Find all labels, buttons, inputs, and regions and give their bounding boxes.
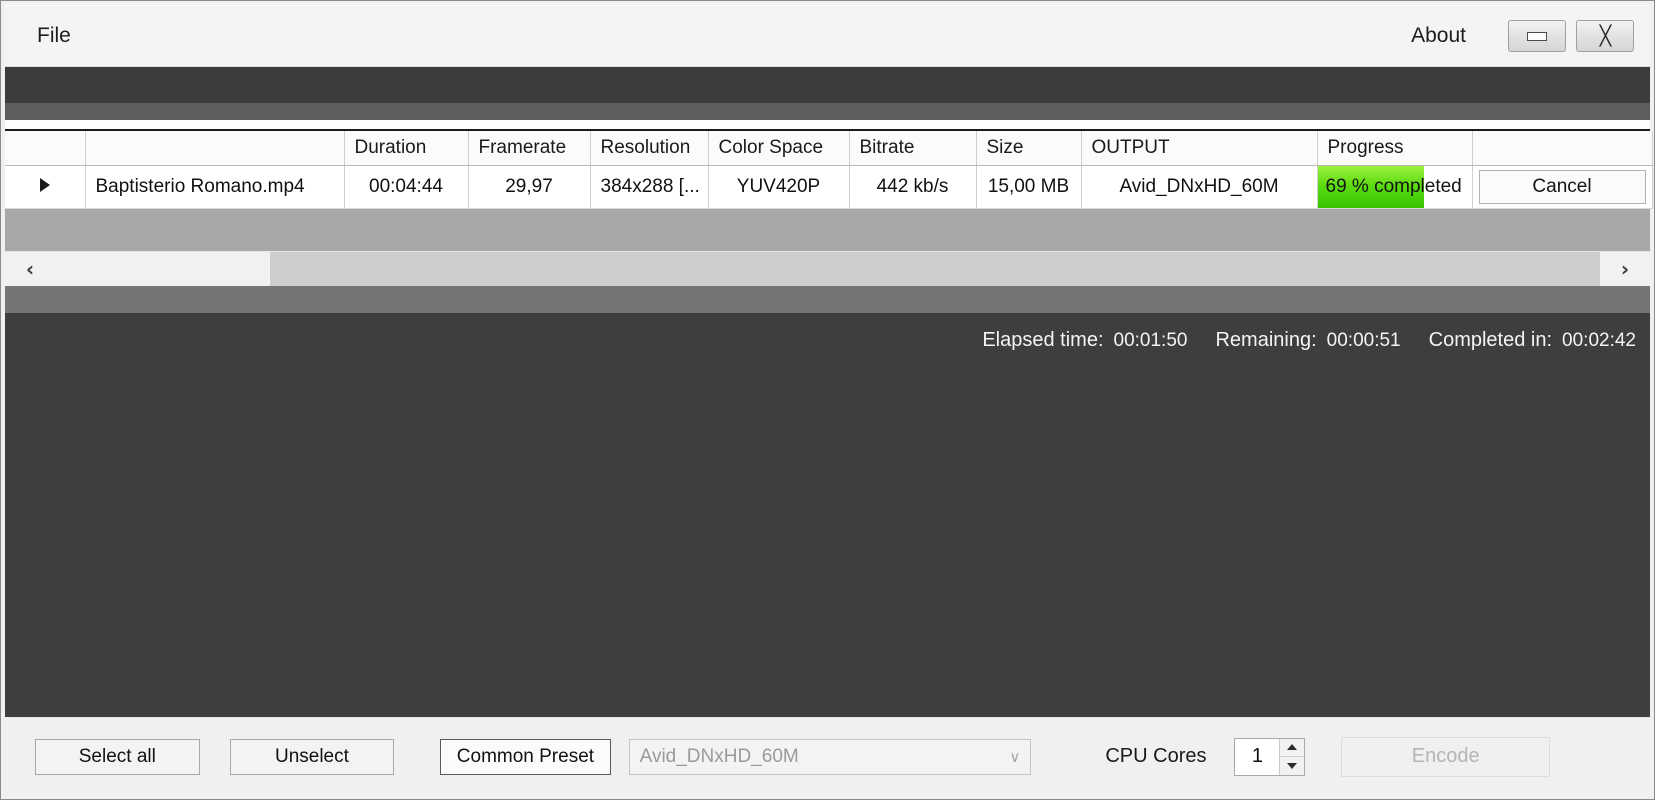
remaining-time-label: Remaining: — [1215, 329, 1317, 351]
status-remaining-group: Remaining: 00:00:51 — [1215, 329, 1400, 352]
column-header-colorspace[interactable]: Color Space — [708, 131, 850, 166]
about-label[interactable]: About — [1411, 24, 1466, 48]
column-header-resolution[interactable]: Resolution — [590, 131, 709, 166]
menu-item-file[interactable]: File — [19, 18, 89, 54]
column-header-bitrate[interactable]: Bitrate — [849, 131, 977, 166]
chevron-down-icon: ∨ — [1009, 747, 1021, 766]
row-indicator-arrow-icon — [39, 178, 50, 192]
table-empty-area — [5, 209, 1650, 251]
close-icon: ╳ — [1599, 24, 1611, 47]
remaining-time-value: 00:00:51 — [1326, 330, 1401, 351]
cpu-cores-label: CPU Cores — [1105, 745, 1207, 767]
window-controls: ╳ — [1508, 20, 1634, 52]
cell-resolution: 384x288 [... — [590, 165, 709, 209]
cancel-button[interactable]: Cancel — [1478, 170, 1646, 204]
cpu-cores-increment-button[interactable] — [1280, 739, 1304, 757]
cpu-cores-value[interactable]: 1 — [1235, 739, 1279, 775]
cpu-cores-stepper[interactable]: 1 — [1234, 737, 1306, 776]
file-table: Duration Framerate Resolution Color Spac… — [5, 131, 1653, 209]
title-menu-bar: File About ╳ — [5, 5, 1650, 67]
column-header-selector[interactable] — [5, 131, 86, 166]
elapsed-time-value: 00:01:50 — [1113, 330, 1188, 351]
status-line: Elapsed time: 00:01:50 Remaining: 00:00:… — [982, 329, 1636, 352]
scroll-right-button[interactable]: › — [1600, 252, 1650, 286]
table-header-row: Duration Framerate Resolution Color Spac… — [5, 131, 1653, 166]
cpu-cores-decrement-button[interactable] — [1280, 756, 1305, 775]
status-elapsed-group: Elapsed time: 00:01:50 — [982, 329, 1187, 352]
cell-duration: 00:04:44 — [344, 165, 469, 209]
status-completed-group: Completed in: 00:02:42 — [1429, 329, 1636, 352]
cell-output-preset: Avid_DNxHD_60M — [1081, 165, 1318, 209]
scrollbar-thumb[interactable] — [270, 252, 1600, 286]
row-selector-cell[interactable] — [5, 165, 86, 209]
cell-file-name: Baptisterio Romano.mp4 — [85, 165, 345, 209]
cpu-cores-arrows — [1279, 738, 1305, 775]
column-header-output[interactable]: OUTPUT — [1081, 131, 1318, 166]
close-button[interactable]: ╳ — [1576, 20, 1634, 52]
completed-in-value: 00:02:42 — [1562, 330, 1636, 351]
minimize-icon — [1527, 31, 1547, 41]
column-header-name[interactable] — [85, 131, 345, 166]
cell-framerate: 29,97 — [468, 165, 591, 209]
cell-progress: 69 % completed — [1317, 165, 1473, 209]
chevron-down-icon — [1287, 762, 1298, 769]
column-header-size[interactable]: Size — [976, 131, 1082, 166]
bottom-toolbar: Select all Unselect Common Preset Avid_D… — [5, 717, 1650, 795]
unselect-button[interactable]: Unselect — [229, 738, 395, 775]
column-header-action[interactable] — [1472, 131, 1653, 166]
preset-dropdown-value: Avid_DNxHD_60M — [639, 745, 799, 767]
cell-action: Cancel — [1472, 165, 1653, 209]
separator-gray-band — [5, 286, 1650, 313]
elapsed-time-label: Elapsed time: — [982, 329, 1104, 351]
toolbar-dark-band — [5, 67, 1650, 103]
scrollbar-track[interactable] — [55, 252, 1600, 286]
progress-bar-label: 69 % completed — [1325, 176, 1462, 197]
application-window: File About ╳ Duration Framerate Resoluti… — [0, 0, 1655, 800]
horizontal-scrollbar[interactable]: ‹ › — [5, 251, 1650, 286]
toolbar-white-band — [5, 120, 1650, 129]
completed-in-label: Completed in: — [1428, 329, 1553, 351]
preset-dropdown[interactable]: Avid_DNxHD_60M ∨ — [628, 738, 1032, 775]
chevron-up-icon — [1287, 744, 1298, 751]
minimize-button[interactable] — [1508, 20, 1566, 52]
scroll-left-button[interactable]: ‹ — [5, 252, 55, 286]
log-output-panel: Elapsed time: 00:01:50 Remaining: 00:00:… — [5, 313, 1650, 717]
common-preset-button[interactable]: Common Preset — [440, 738, 611, 775]
file-table-container: Duration Framerate Resolution Color Spac… — [5, 129, 1653, 209]
cell-colorspace: YUV420P — [708, 165, 850, 209]
select-all-button[interactable]: Select all — [35, 738, 200, 775]
column-header-progress[interactable]: Progress — [1317, 131, 1473, 166]
cell-size: 15,00 MB — [976, 165, 1082, 209]
column-header-framerate[interactable]: Framerate — [468, 131, 591, 166]
table-row[interactable]: Baptisterio Romano.mp4 00:04:44 29,97 38… — [5, 165, 1653, 209]
column-header-duration[interactable]: Duration — [344, 131, 469, 166]
encode-button[interactable]: Encode — [1341, 736, 1550, 777]
toolbar-mid-band — [5, 103, 1650, 120]
cell-bitrate: 442 kb/s — [849, 165, 977, 209]
